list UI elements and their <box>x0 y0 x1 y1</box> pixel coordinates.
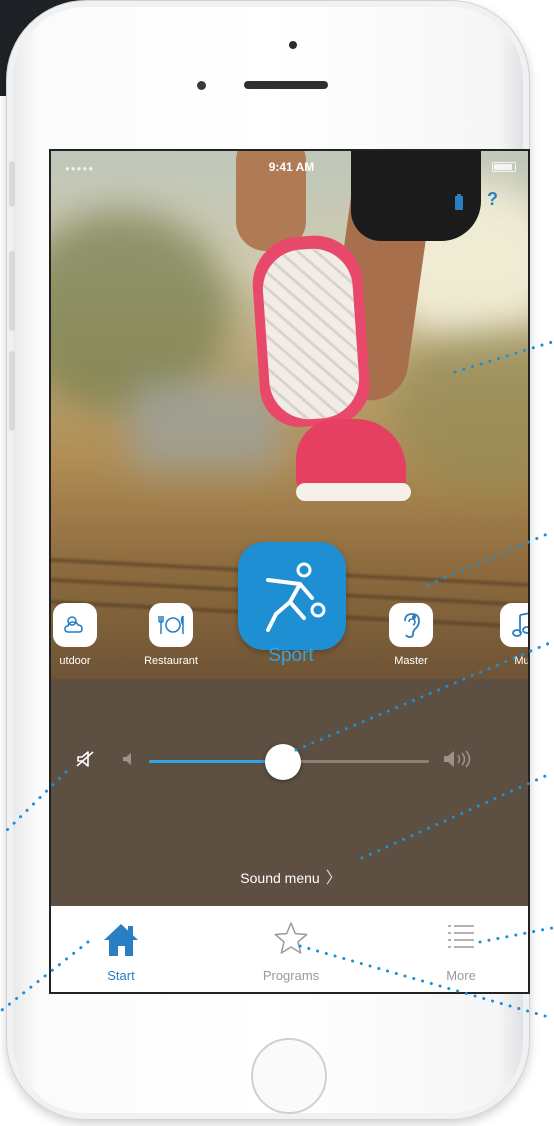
star-icon <box>273 920 309 961</box>
sound-menu-label: Sound menu <box>240 870 320 886</box>
volume-fill <box>149 760 284 763</box>
chevron-right-icon: 〉 <box>325 870 342 887</box>
phone-screen: ●●●●● 9:41 AM ? utdoor Restaurant Sport … <box>49 149 530 994</box>
program-label: Master <box>394 655 428 667</box>
volume-slider-thumb[interactable] <box>265 744 302 780</box>
mute-switch <box>9 161 15 207</box>
hearing-aid-battery-icon[interactable] <box>455 194 463 210</box>
status-bar: ●●●●● 9:41 AM <box>51 151 528 179</box>
speaker-muted-icon[interactable] <box>75 749 95 774</box>
volume-down-button <box>9 351 15 431</box>
volume-high-icon <box>442 750 472 773</box>
ear-icon <box>389 603 433 647</box>
volume-low-icon <box>121 752 135 771</box>
tab-label: Programs <box>262 968 320 983</box>
program-sport-selected[interactable] <box>238 542 346 662</box>
selected-program-label: Sport <box>268 645 314 666</box>
battery-icon <box>492 162 516 172</box>
tab-bar: Start Programs More <box>51 906 528 992</box>
list-icon <box>444 920 478 959</box>
proximity-sensor <box>197 81 206 90</box>
program-label: utdoor <box>59 655 91 667</box>
weather-icon <box>53 603 97 647</box>
cutlery-icon <box>149 603 193 647</box>
status-time: 9:41 AM <box>268 160 315 174</box>
tab-start[interactable]: Start <box>61 906 181 992</box>
volume-up-button <box>9 251 15 331</box>
home-icon <box>101 920 141 963</box>
tab-programs[interactable]: Programs <box>231 906 351 992</box>
phone-frame: ●●●●● 9:41 AM ? utdoor Restaurant Sport … <box>6 0 530 1120</box>
tab-more[interactable]: More <box>401 906 521 992</box>
soccer-player-icon <box>238 542 346 650</box>
earpiece-speaker <box>244 81 328 89</box>
music-note-icon <box>500 603 528 647</box>
help-button[interactable]: ? <box>487 189 498 210</box>
program-label: Mu <box>514 655 530 667</box>
home-button[interactable] <box>251 1038 327 1114</box>
tab-label: More <box>446 968 476 983</box>
sound-menu-link[interactable]: Sound menu 〉 <box>171 864 411 888</box>
tab-label: Start <box>107 968 135 983</box>
front-camera <box>289 41 297 49</box>
